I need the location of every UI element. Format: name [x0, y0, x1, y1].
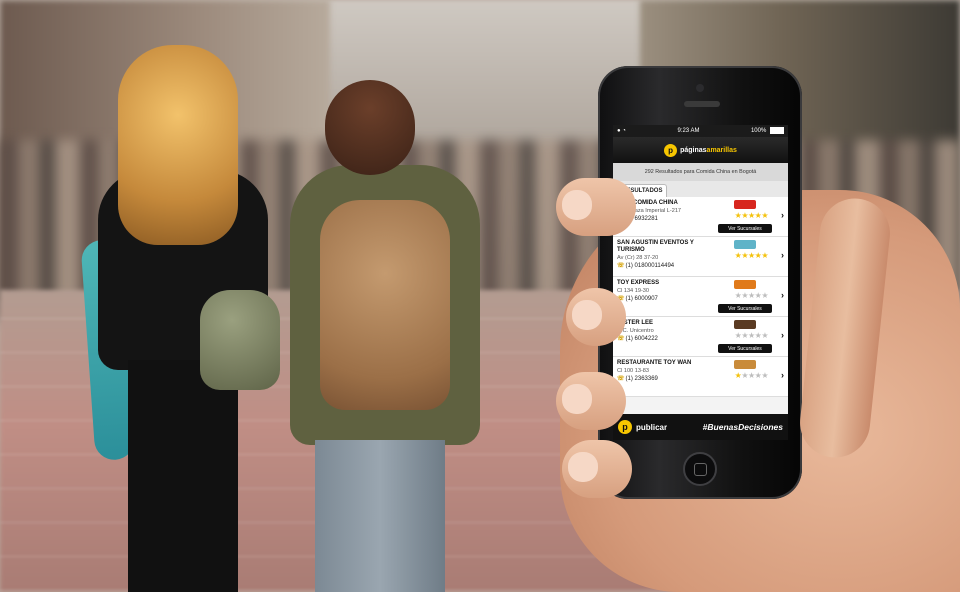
phone-number-text: (1) 6000907 — [625, 296, 658, 302]
status-bar: ● ◔ 9:23 AM 100% — [613, 125, 788, 137]
result-row[interactable]: TOY EXPRESS Cl 134 19-30 ☏(1) 6000907 ★★★★★… — [613, 277, 788, 317]
star-icon: ★ — [761, 251, 768, 260]
battery-indicator: 100% — [750, 127, 784, 135]
business-logo — [734, 200, 756, 209]
app-brand: páginasamarillas — [680, 147, 737, 154]
business-name: MISTER LEE — [617, 320, 654, 326]
business-name: RESTAURANTE TOY WAN — [617, 360, 692, 366]
chevron-right-icon[interactable]: › — [781, 370, 784, 380]
home-button[interactable] — [683, 452, 717, 486]
business-name: TOY EXPRESS — [617, 280, 660, 286]
index-finger — [556, 178, 636, 236]
business-logo — [734, 320, 756, 329]
paginas-amarillas-logo-icon: p — [664, 143, 678, 157]
star-icon: ★ — [747, 291, 755, 300]
man-backpack — [320, 200, 450, 410]
phone-number-text: (1) 018000114494 — [625, 263, 675, 269]
chevron-right-icon[interactable]: › — [781, 290, 784, 300]
chevron-right-icon[interactable]: › — [781, 330, 784, 340]
woman-legs — [128, 360, 238, 592]
publicar-brand: publicar — [636, 422, 668, 432]
ring-finger — [556, 372, 626, 430]
rating-stars: ★★★★★ — [735, 291, 769, 300]
chevron-right-icon[interactable]: › — [781, 210, 784, 220]
rating-stars: ★★★★★ — [735, 331, 769, 340]
business-logo — [734, 280, 756, 289]
tab-bar: RESULTADOS — [613, 181, 788, 197]
star-icon: ★ — [741, 251, 748, 260]
star-icon: ★ — [741, 291, 748, 300]
woman-hair — [118, 45, 238, 245]
chevron-right-icon[interactable]: › — [781, 250, 784, 260]
middle-finger — [566, 288, 626, 346]
star-icon: ★ — [747, 251, 755, 260]
result-row[interactable]: XIAN COMIDA CHINA C.C. Plaza Imperial L-2… — [613, 197, 788, 237]
wifi-icon: ● ◔ — [617, 128, 626, 134]
status-time: 9:23 AM — [677, 128, 700, 134]
rating-stars: ★★★★★ — [735, 251, 769, 260]
view-branches-button[interactable]: Ver Sucursales — [718, 304, 772, 313]
business-logo — [734, 240, 756, 249]
earpiece — [684, 101, 720, 107]
battery-label: 100% — [750, 128, 767, 135]
brand-suffix: amarillas — [706, 146, 737, 154]
star-icon: ★ — [747, 211, 755, 220]
star-icon: ★ — [761, 371, 768, 380]
star-icon: ★ — [741, 331, 748, 340]
man-head — [325, 80, 415, 175]
phone-icon: ☏ — [617, 263, 625, 269]
result-row[interactable]: MISTER LEE C.C. Unicentro ☏(1) 6004222 ★★★★… — [613, 317, 788, 357]
star-icon: ★ — [761, 331, 768, 340]
front-camera — [696, 84, 704, 92]
view-branches-button[interactable]: Ver Sucursales — [718, 224, 772, 233]
star-icon: ★ — [747, 371, 755, 380]
star-icon: ★ — [761, 211, 768, 220]
publicar-banner[interactable]: p publicar #BuenasDecisiones — [613, 414, 788, 440]
hashtag-text: #BuenasDecisiones — [702, 422, 783, 432]
business-name: SAN AGUSTIN EVENTOS Y TURISMO — [617, 240, 694, 253]
result-row[interactable]: SAN AGUSTIN EVENTOS Y TURISMO Av (Cr) 28 … — [613, 237, 788, 277]
result-row[interactable]: RESTAURANTE TOY WAN Cl 100 13-83 ☏(1) 2363… — [613, 357, 788, 397]
phone-screen: ● ◔ 9:23 AM 100% p páginasamarillas 292 … — [613, 125, 788, 440]
results-list: XIAN COMIDA CHINA C.C. Plaza Imperial L-2… — [613, 197, 788, 397]
woman-handbag — [200, 290, 280, 390]
brand-prefix: páginas — [680, 146, 707, 154]
publicar-logo-icon: p — [618, 420, 632, 434]
results-summary: 292 Resultados para Comida China en Bogo… — [613, 163, 788, 181]
star-icon: ★ — [741, 211, 748, 220]
star-icon: ★ — [741, 371, 748, 380]
app-header: p páginasamarillas — [613, 137, 788, 163]
battery-icon — [770, 127, 784, 135]
star-icon: ★ — [761, 291, 768, 300]
business-phone[interactable]: ☏(1) 018000114494 — [617, 262, 784, 269]
view-branches-button[interactable]: Ver Sucursales — [718, 344, 772, 353]
phone-number-text: (1) 2363369 — [625, 376, 658, 382]
star-icon: ★ — [747, 331, 755, 340]
little-finger — [562, 440, 632, 498]
smartphone: ● ◔ 9:23 AM 100% p páginasamarillas 292 … — [598, 66, 802, 499]
business-logo — [734, 360, 756, 369]
phone-icon: ☏ — [617, 336, 625, 342]
rating-stars: ★★★★★ — [735, 211, 769, 220]
man-legs — [315, 440, 445, 592]
phone-number-text: (1) 6004222 — [625, 336, 658, 342]
rating-stars: ★★★★★ — [735, 371, 769, 380]
